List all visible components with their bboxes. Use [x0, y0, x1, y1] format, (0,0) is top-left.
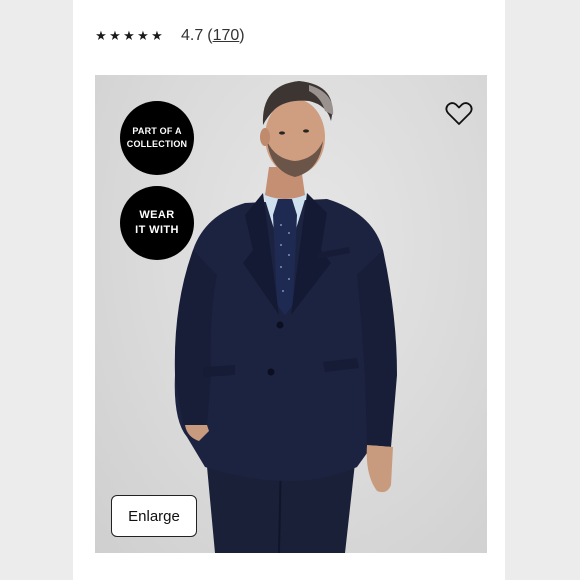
- star-icon: ★: [137, 28, 149, 43]
- wear-it-with-badge[interactable]: WEAR IT WITH: [120, 186, 194, 260]
- star-icon: ★: [151, 28, 163, 43]
- star-rating: ★ ★ ★ ★ ★: [95, 28, 163, 44]
- star-icon: ★: [123, 28, 135, 43]
- product-image[interactable]: PART OF A COLLECTION WEAR IT WITH Enlarg…: [95, 75, 487, 553]
- right-background: [505, 0, 580, 580]
- badge-line: WEAR: [139, 209, 175, 221]
- part-of-collection-badge[interactable]: PART OF A COLLECTION: [120, 101, 194, 175]
- badge-line: IT WITH: [135, 224, 179, 236]
- badge-line: COLLECTION: [126, 139, 188, 149]
- badge-line: PART OF A: [132, 126, 182, 136]
- review-count-link[interactable]: (170): [207, 27, 244, 45]
- rating-summary[interactable]: ★ ★ ★ ★ ★ 4.7 (170): [95, 24, 244, 48]
- star-icon: ★: [95, 28, 107, 43]
- close-paren: ): [239, 27, 245, 44]
- favorite-heart-icon[interactable]: [445, 101, 473, 127]
- product-card: ★ ★ ★ ★ ★ 4.7 (170) PART OF A COLLECTION…: [73, 0, 505, 580]
- left-background: [0, 0, 73, 580]
- review-count[interactable]: 170: [213, 27, 240, 44]
- enlarge-button[interactable]: Enlarge: [111, 495, 197, 537]
- star-icon: ★: [109, 28, 121, 43]
- rating-value: 4.7: [181, 27, 204, 44]
